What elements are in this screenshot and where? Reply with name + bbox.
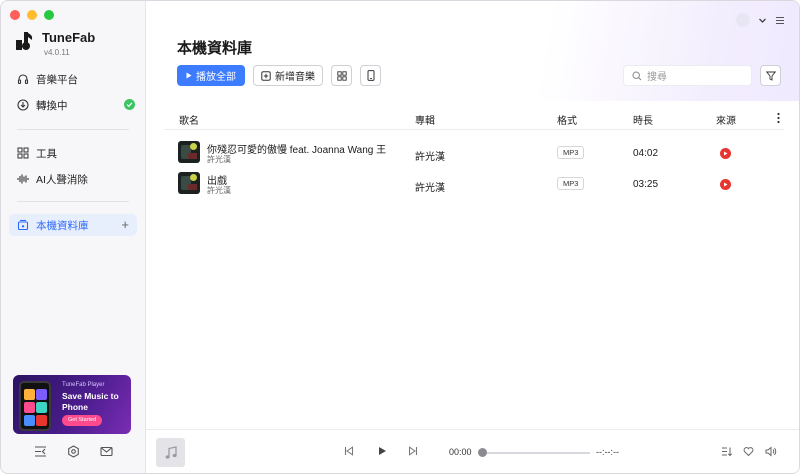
library-icon bbox=[17, 219, 29, 231]
filter-button[interactable] bbox=[760, 65, 781, 86]
format-badge: MP3 bbox=[557, 146, 585, 159]
page-title: 本機資料庫 bbox=[177, 40, 253, 57]
column-header-title[interactable]: 歌名 bbox=[179, 112, 199, 127]
search-input[interactable]: 搜尋 bbox=[623, 65, 752, 86]
sidebar-footer bbox=[34, 445, 113, 458]
music-note-icon bbox=[165, 445, 177, 459]
minimize-window-button[interactable] bbox=[27, 10, 37, 20]
waveform-icon bbox=[17, 174, 29, 184]
next-track-icon[interactable] bbox=[408, 446, 418, 456]
column-header-format[interactable]: 格式 bbox=[557, 112, 577, 127]
sidebar-item-ai-vocal-remover[interactable]: AI人聲消除 bbox=[9, 168, 137, 190]
now-playing-cover[interactable] bbox=[156, 438, 185, 467]
search-icon bbox=[632, 70, 642, 80]
app-name: TuneFab bbox=[42, 30, 96, 45]
song-duration: 04:02 bbox=[633, 148, 659, 159]
grid-view-button[interactable] bbox=[331, 65, 352, 86]
sidebar-item-label: 工具 bbox=[36, 147, 57, 160]
song-artist: 許光漢 bbox=[207, 186, 231, 195]
play-all-button[interactable]: 播放全部 bbox=[177, 65, 245, 86]
header-divider bbox=[164, 129, 784, 130]
window-toolbar bbox=[736, 13, 785, 27]
format-badge: MP3 bbox=[557, 177, 585, 190]
song-duration: 03:25 bbox=[633, 179, 659, 190]
settings-icon[interactable] bbox=[67, 445, 80, 458]
sidebar-item-tools[interactable]: 工具 bbox=[9, 142, 137, 164]
song-album: 許光漢 bbox=[415, 152, 445, 163]
column-header-album[interactable]: 專輯 bbox=[415, 112, 435, 127]
sidebar-item-local-library[interactable]: 本機資料庫 + bbox=[9, 214, 137, 236]
play-icon bbox=[186, 72, 192, 79]
check-icon bbox=[124, 99, 135, 110]
sidebar-item-music-platform[interactable]: 音樂平台 bbox=[9, 68, 137, 90]
youtube-music-icon[interactable] bbox=[720, 148, 731, 159]
progress-bar[interactable] bbox=[482, 452, 590, 454]
sidebar-item-converting[interactable]: 轉換中 bbox=[9, 94, 137, 116]
volume-icon[interactable] bbox=[765, 446, 777, 457]
play-all-label: 播放全部 bbox=[196, 72, 236, 83]
mail-icon[interactable] bbox=[100, 445, 113, 458]
song-artist: 許光漢 bbox=[207, 155, 231, 164]
total-time: --:--:-- bbox=[596, 447, 619, 457]
sidebar-item-label: 轉換中 bbox=[36, 99, 68, 112]
playlist-order-icon[interactable] bbox=[721, 446, 732, 457]
device-button[interactable] bbox=[360, 65, 381, 86]
add-music-label: 新增音樂 bbox=[275, 72, 315, 83]
current-time: 00:00 bbox=[449, 447, 472, 457]
app-window: TuneFab v4.0.11 音樂平台 轉換中 工具 AI人聲消除 本機資料庫… bbox=[0, 0, 800, 474]
promo-title: Save Music to Phone bbox=[62, 391, 119, 412]
search-placeholder: 搜尋 bbox=[647, 72, 667, 83]
tunefab-logo-icon bbox=[15, 31, 35, 51]
song-title: 你殘忍可愛的傲慢 feat. Joanna Wang 王... bbox=[207, 145, 387, 156]
grid-view-icon bbox=[336, 70, 347, 81]
window-controls bbox=[10, 10, 54, 20]
promo-subtitle: TuneFab Player bbox=[62, 382, 105, 388]
sidebar-item-label: 音樂平台 bbox=[36, 73, 78, 86]
sidebar-divider bbox=[17, 129, 129, 130]
promo-banner[interactable]: TuneFab Player Save Music to Phone Get S… bbox=[13, 375, 131, 434]
brand: TuneFab v4.0.11 bbox=[15, 31, 95, 57]
youtube-music-icon[interactable] bbox=[720, 179, 731, 190]
phone-illustration bbox=[19, 381, 51, 431]
sidebar: TuneFab v4.0.11 音樂平台 轉換中 工具 AI人聲消除 本機資料庫… bbox=[1, 1, 146, 473]
song-album: 許光漢 bbox=[415, 183, 445, 194]
phone-icon bbox=[367, 70, 374, 81]
chevron-down-icon[interactable] bbox=[758, 16, 767, 25]
column-header-source[interactable]: 來源 bbox=[716, 112, 736, 127]
filter-icon bbox=[765, 71, 776, 81]
collapse-sidebar-icon[interactable] bbox=[34, 445, 47, 458]
sidebar-divider bbox=[17, 201, 129, 202]
column-header-duration[interactable]: 時長 bbox=[633, 112, 653, 127]
headphones-icon bbox=[17, 74, 29, 85]
avatar[interactable] bbox=[736, 13, 750, 27]
album-cover bbox=[178, 172, 200, 194]
menu-icon[interactable] bbox=[775, 16, 785, 25]
app-version: v4.0.11 bbox=[44, 48, 70, 57]
sidebar-item-label: 本機資料庫 bbox=[36, 219, 89, 232]
player-bar: 00:00 --:--:-- bbox=[146, 429, 799, 473]
table-row[interactable]: 出戲 許光漢 許光漢 MP3 03:25 bbox=[164, 171, 784, 201]
add-library-button[interactable]: + bbox=[121, 218, 129, 231]
progress-handle[interactable] bbox=[478, 448, 487, 457]
heart-icon[interactable] bbox=[743, 446, 754, 457]
close-window-button[interactable] bbox=[10, 10, 20, 20]
album-cover bbox=[178, 141, 200, 163]
get-started-button[interactable]: Get Started bbox=[62, 415, 103, 426]
more-options-icon[interactable] bbox=[776, 112, 781, 124]
grid-icon bbox=[17, 147, 29, 159]
table-row[interactable]: 你殘忍可愛的傲慢 feat. Joanna Wang 王... 許光漢 許光漢 … bbox=[164, 140, 784, 170]
add-music-button[interactable]: 新增音樂 bbox=[253, 65, 323, 86]
maximize-window-button[interactable] bbox=[44, 10, 54, 20]
previous-track-icon[interactable] bbox=[344, 446, 354, 456]
download-circle-icon bbox=[17, 99, 29, 111]
song-title: 出戲 bbox=[207, 176, 227, 187]
play-icon[interactable] bbox=[377, 446, 387, 456]
add-box-icon bbox=[261, 70, 271, 81]
sidebar-item-label: AI人聲消除 bbox=[36, 173, 88, 186]
